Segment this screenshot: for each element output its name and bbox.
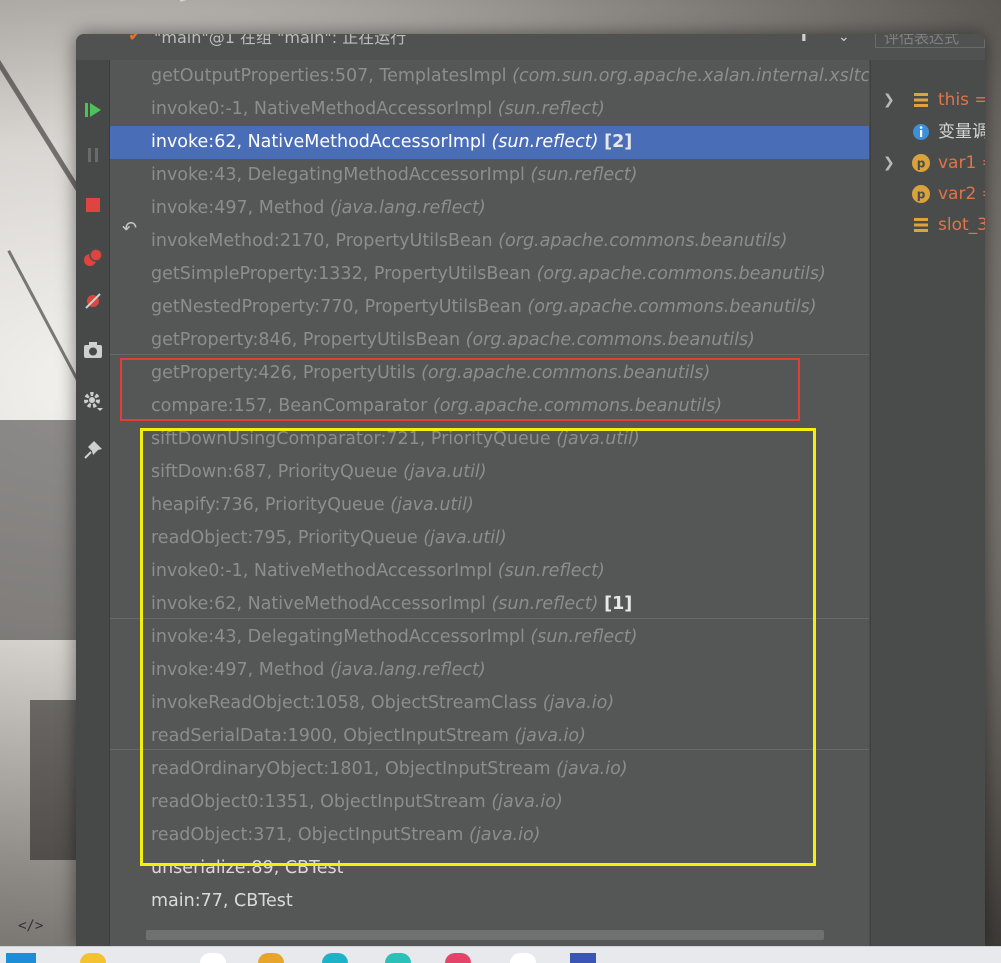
pause-icon[interactable] <box>76 140 109 170</box>
checkmark-icon: ✔ <box>128 34 143 46</box>
frame-method: getOutputProperties:507, TemplatesImpl <box>151 66 507 86</box>
camera-icon[interactable] <box>76 335 109 365</box>
svg-text:p: p <box>917 188 926 202</box>
stack-frame-row[interactable]: getSimpleProperty:1332, PropertyUtilsBea… <box>110 258 869 291</box>
variable-row[interactable]: ❯ this = <box>871 85 985 115</box>
stack-frame-row[interactable]: invoke:43, DelegatingMethodAccessorImpl … <box>110 159 869 192</box>
stack-frame-row[interactable]: getProperty:846, PropertyUtilsBean (org.… <box>110 324 869 357</box>
stop-icon[interactable] <box>76 190 109 220</box>
frame-package: (sun.reflect) <box>530 165 638 185</box>
resume-icon[interactable] <box>76 95 109 125</box>
frame-method: main:77, CBTest <box>151 891 293 911</box>
expand-arrow-icon[interactable]: ❯ <box>883 85 895 115</box>
stack-frame-row[interactable]: invoke0:-1, NativeMethodAccessorImpl (su… <box>110 93 869 126</box>
pin-icon[interactable] <box>76 435 109 465</box>
stack-frame-row[interactable]: main:77, CBTest <box>110 885 869 918</box>
chevron-down-icon[interactable]: ⌄ <box>838 34 850 44</box>
frame-method: invoke:43, DelegatingMethodAccessorImpl <box>151 165 525 185</box>
stack-frame-row[interactable]: invoke:62, NativeMethodAccessorImpl (sun… <box>110 126 869 159</box>
taskbar <box>0 946 1001 963</box>
variable-row[interactable]: p var2 = <box>871 179 985 209</box>
view-breakpoints-icon[interactable] <box>76 243 109 273</box>
frame-package: (org.apache.commons.beanutils) <box>527 297 817 317</box>
frames-header: ✔ "main"@1 在组 "main": 正在运行 ⬆ ⌄ 评估表达式 <box>76 34 985 60</box>
frame-package: (org.apache.commons.beanutils) <box>465 330 755 350</box>
thread-title[interactable]: "main"@1 在组 "main": 正在运行 <box>154 34 406 46</box>
variable-name: var1 = <box>938 153 985 173</box>
variable-name: slot_3 <box>938 215 985 235</box>
frame-package: (java.lang.reflect) <box>329 198 486 218</box>
expand-arrow-icon[interactable]: ❯ <box>883 148 895 178</box>
frame-method: getNestedProperty:770, PropertyUtilsBean <box>151 297 522 317</box>
variables-panel: ❯ this = 变量调 ❯ p var1 = p var2 = slot_3 <box>870 60 985 946</box>
red-annotation-box <box>120 358 800 421</box>
frame-method: invokeMethod:2170, PropertyUtilsBean <box>151 231 493 251</box>
settings-icon[interactable] <box>76 386 109 416</box>
evaluate-expression-input[interactable]: 评估表达式 <box>875 34 985 48</box>
stack-frame-row[interactable]: getNestedProperty:770, PropertyUtilsBean… <box>110 291 869 324</box>
param-icon: p <box>911 153 931 173</box>
debug-toolbar <box>76 60 110 946</box>
frame-method: getSimpleProperty:1332, PropertyUtilsBea… <box>151 264 531 284</box>
horizontal-scrollbar[interactable] <box>146 930 824 940</box>
frame-package: (sun.reflect) <box>491 132 599 152</box>
param-icon: p <box>911 184 931 204</box>
variable-name: var2 = <box>938 184 985 204</box>
mute-breakpoints-icon[interactable] <box>76 286 109 316</box>
filter-icon[interactable]: ⬆ <box>798 34 810 44</box>
frame-package: (sun.reflect) <box>497 99 605 119</box>
frame-method: invoke0:-1, NativeMethodAccessorImpl <box>151 99 493 119</box>
frame-method: invoke:497, Method <box>151 198 325 218</box>
stack-frame-row[interactable]: invoke:497, Method (java.lang.reflect) <box>110 192 869 225</box>
variable-name: this = <box>938 90 985 110</box>
field-icon <box>911 90 931 110</box>
variable-row[interactable]: slot_3 <box>871 210 985 240</box>
stack-frame-row[interactable]: invokeMethod:2170, PropertyUtilsBean (or… <box>110 225 869 258</box>
frame-marker: [2] <box>604 132 633 152</box>
variable-row[interactable]: ❯ p var1 = <box>871 148 985 178</box>
info-icon <box>911 122 931 142</box>
frame-group-separator <box>110 354 869 355</box>
field-icon <box>911 215 931 235</box>
frame-method: invoke:62, NativeMethodAccessorImpl <box>151 132 486 152</box>
frame-package: (com.sun.org.apache.xalan.internal.xsltc… <box>512 66 869 86</box>
frame-package: (org.apache.commons.beanutils) <box>498 231 788 251</box>
yellow-annotation-box <box>140 428 816 866</box>
stack-frame-row[interactable]: getOutputProperties:507, TemplatesImpl (… <box>110 60 869 93</box>
variable-row[interactable]: 变量调 <box>871 117 985 147</box>
code-icon: </> <box>18 918 44 934</box>
frame-method: getProperty:846, PropertyUtilsBean <box>151 330 461 350</box>
frame-package: (org.apache.commons.beanutils) <box>536 264 826 284</box>
variable-name: 变量调 <box>938 122 985 142</box>
svg-text:p: p <box>917 157 926 171</box>
